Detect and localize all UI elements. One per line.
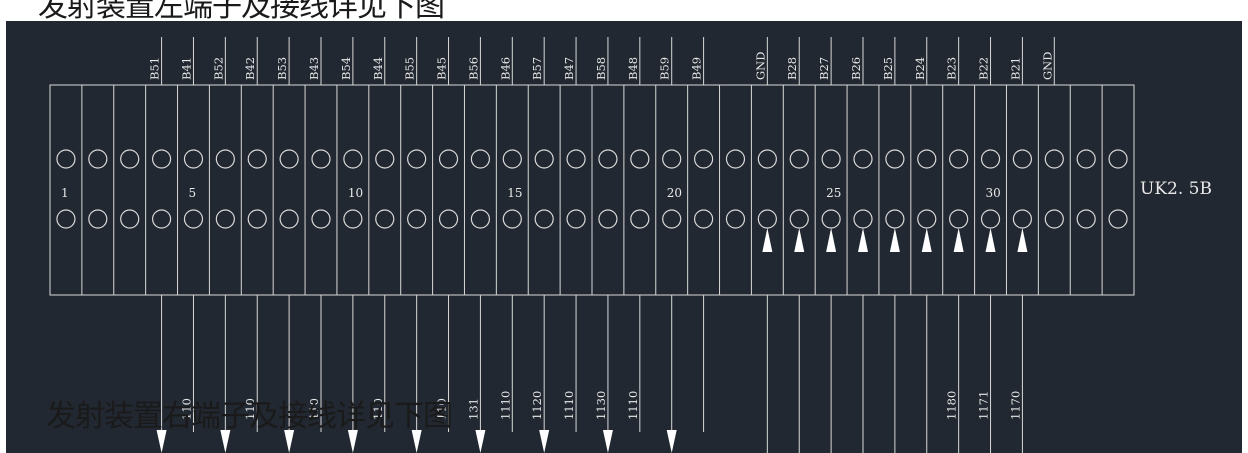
terminal-block-diagram: 1 5 10 15 20 25 30B51 B41 B52 B42 B53 B43 B54 B44 B55 B…	[6, 21, 1242, 453]
wire-label-top: B51	[148, 57, 162, 80]
wire-label-bottom: 131	[466, 398, 480, 420]
wire-label-top: B42	[243, 57, 257, 80]
bottom-caption: 发射装置右端子及接线详见下图	[46, 399, 453, 434]
wire-label-top: B48	[626, 57, 640, 80]
wire-label-top: B56	[466, 57, 480, 80]
wire-label-bottom: 1170	[1008, 391, 1022, 420]
wire-label-top: GND	[753, 52, 767, 80]
block-type-label: UK2. 5B	[1140, 179, 1212, 199]
wire-label-top: B25	[881, 57, 895, 80]
wire-label-top: B45	[435, 57, 449, 80]
wire-label-top: B41	[179, 57, 193, 80]
wire-label-top: B53	[275, 57, 289, 80]
wire-label-top: B24	[913, 57, 927, 80]
wire-label-bottom: 1110	[562, 391, 576, 420]
wire-label-top: B49	[690, 57, 704, 80]
wire-label-top: B57	[530, 57, 544, 80]
terminal-number: 1	[61, 186, 69, 200]
wire-label-top: B21	[1008, 57, 1022, 80]
wire-label-bottom: 1180	[945, 391, 959, 420]
terminal-number: 20	[667, 186, 682, 200]
wire-label-top: B23	[945, 57, 959, 80]
wire-label-bottom: 1171	[977, 391, 991, 420]
wire-label-bottom: 1120	[530, 391, 544, 420]
terminal-number: 5	[188, 186, 196, 200]
wire-label-top: B52	[211, 57, 225, 80]
wire-label-top: B26	[849, 57, 863, 80]
wire-label-top: GND	[1040, 52, 1054, 80]
terminal-number: 15	[507, 186, 522, 200]
wire-label-top: B27	[817, 57, 831, 80]
wire-label-top: B58	[594, 57, 608, 80]
wire-label-bottom: 1130	[594, 391, 608, 420]
top-caption: 发射装置左端子及接线详见下图	[38, 0, 445, 24]
wire-label-top: B22	[977, 57, 991, 80]
terminal-number: 30	[986, 186, 1001, 200]
terminal-number: 10	[348, 186, 363, 200]
wire-label-top: B55	[403, 57, 417, 80]
wire-label-bottom: 1110	[498, 391, 512, 420]
wire-label-top: B46	[498, 57, 512, 80]
drawing-canvas: 1 5 10 15 20 25 30 B51 B41 B52 B42 B53 B43 B54 B44 B55 B…	[0, 0, 1248, 453]
wire-label-top: B43	[307, 57, 321, 80]
wire-label-top: B28	[785, 57, 799, 80]
wire-label-top: B54	[339, 57, 353, 80]
wire-label-top: B59	[658, 57, 672, 80]
terminal-number: 25	[826, 186, 841, 200]
wire-label-bottom: 1110	[626, 391, 640, 420]
wire-label-top: B47	[562, 57, 576, 80]
wire-label-top: B44	[371, 57, 385, 80]
